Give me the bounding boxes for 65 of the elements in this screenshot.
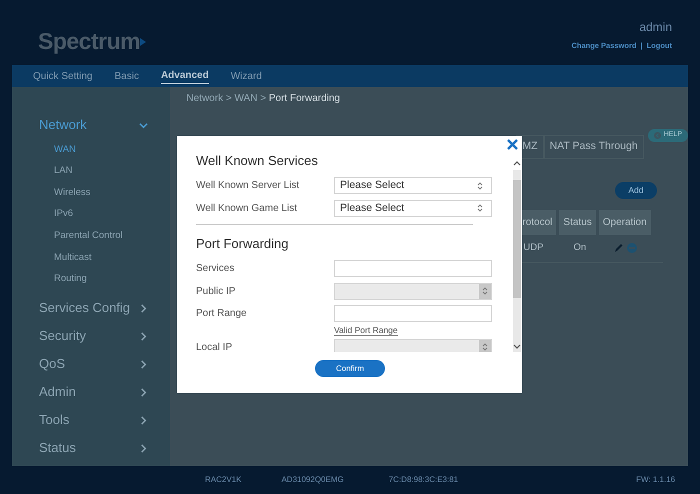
chevron-right-icon <box>139 444 148 453</box>
section-title: Port Forwarding <box>196 234 290 253</box>
chevron-right-icon <box>139 304 148 313</box>
field-label: Port Range <box>196 307 248 322</box>
scroll-down-icon[interactable] <box>513 344 521 350</box>
logo-text: Spectrum <box>38 27 140 56</box>
close-icon <box>507 139 518 150</box>
up-down-arrows-icon <box>477 203 483 214</box>
sidebar-item[interactable]: Services Config <box>39 298 130 318</box>
confirm-button[interactable]: Confirm <box>315 360 385 377</box>
page-tab[interactable]: NAT Pass Through <box>544 135 644 159</box>
add-button[interactable]: Add <box>615 182 657 198</box>
nav-tab[interactable]: Wizard <box>230 68 262 84</box>
footer-text: 7C:D8:98:3C:E3:81 <box>388 474 458 486</box>
sidebar-subitem[interactable]: IPv6 <box>12 204 170 226</box>
pencil-icon[interactable] <box>614 243 624 254</box>
sidebar-subitem[interactable]: Multicast <box>12 246 170 269</box>
field-label: Well Known Server List <box>196 179 300 194</box>
sidebar-item[interactable]: Network <box>39 115 87 135</box>
sidebar-subitem[interactable]: Routing <box>12 268 170 290</box>
table-cell: On <box>573 241 586 256</box>
scroll-thumb[interactable] <box>513 180 521 298</box>
field-label: Well Known Game List <box>196 202 298 216</box>
close-button[interactable] <box>507 139 518 150</box>
input-field[interactable] <box>334 305 492 322</box>
nav-tab[interactable]: Quick Setting <box>33 68 92 84</box>
back-arrow-icon <box>654 132 661 139</box>
up-down-arrows-icon <box>482 342 488 352</box>
sidebar-subitem[interactable]: Parental Control <box>12 225 170 247</box>
select-field[interactable]: Please Select <box>334 177 492 194</box>
up-down-arrows-icon <box>482 286 488 296</box>
chevron-down-icon <box>139 120 148 130</box>
section-title: Well Known Services <box>196 152 319 170</box>
nav-tab[interactable]: Advanced <box>160 68 209 84</box>
input-field[interactable] <box>334 260 492 277</box>
select-field[interactable]: Please Select <box>334 200 492 217</box>
sidebar-subitem[interactable]: LAN <box>12 160 170 182</box>
field-label: Local IP <box>196 340 234 352</box>
column-header: Status <box>559 210 596 235</box>
valid-range-link[interactable]: Valid Port Range <box>334 324 398 336</box>
chevron-right-icon <box>139 332 148 341</box>
sidebar-subitem[interactable]: WAN <box>12 139 170 161</box>
user-name: admin <box>638 19 672 36</box>
sidebar-item[interactable]: Status <box>39 438 76 458</box>
column-header: Operation <box>598 210 651 235</box>
sidebar-item[interactable]: QoS <box>39 354 66 374</box>
field-label: Public IP <box>196 284 236 299</box>
field-label: Services <box>196 262 236 276</box>
sidebar-subitem[interactable]: Wireless <box>12 182 170 204</box>
scroll-up-icon[interactable] <box>513 160 521 166</box>
footer-text: RAC2V1K <box>205 474 242 486</box>
sidebar-item[interactable]: Admin <box>39 382 76 402</box>
nav-tab[interactable]: Basic <box>114 68 139 84</box>
chevron-right-icon <box>139 388 148 397</box>
table-cell: UDP <box>523 241 544 256</box>
sidebar-item[interactable]: Tools <box>39 410 70 430</box>
triangle-icon <box>140 38 146 46</box>
sidebar-item[interactable]: Security <box>39 326 86 346</box>
chevron-right-icon <box>139 416 148 425</box>
footer-text: FW: 1.1.16 <box>636 474 676 486</box>
minus-icon[interactable] <box>627 243 638 254</box>
breadcrumb: Network > WAN > Port Forwarding <box>186 92 341 106</box>
chevron-right-icon <box>139 360 148 369</box>
up-down-arrows-icon <box>477 180 483 191</box>
footer-text: AD31092Q0EMG <box>281 474 344 486</box>
